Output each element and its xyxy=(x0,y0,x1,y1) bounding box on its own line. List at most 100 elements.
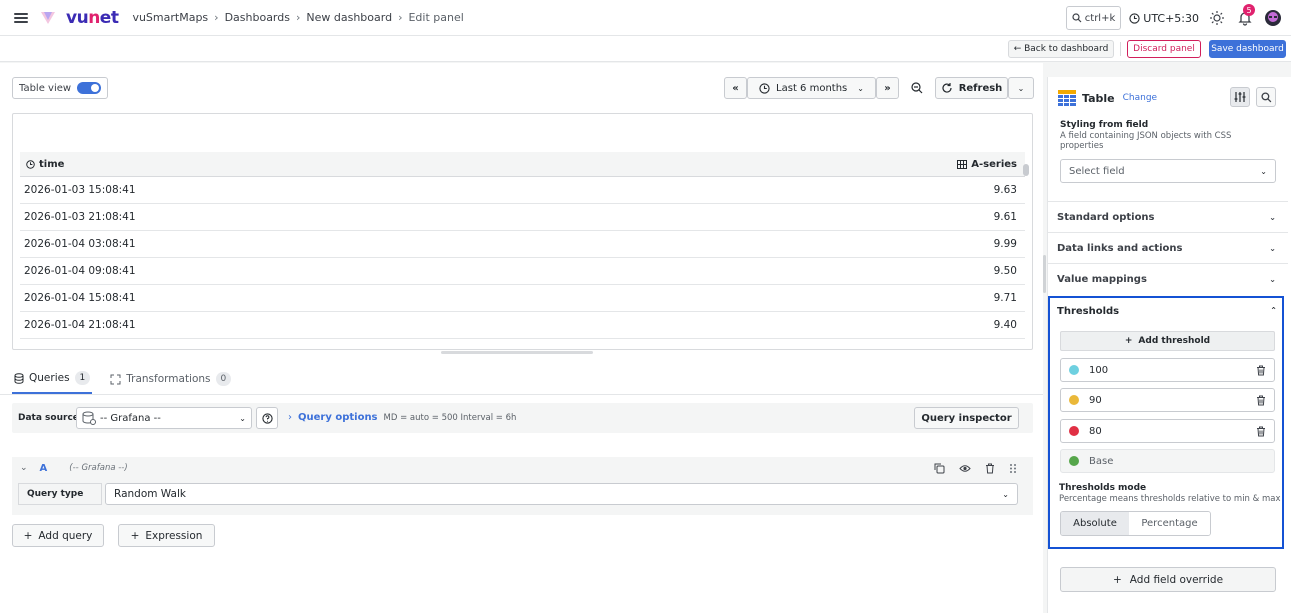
mode-percentage-option[interactable]: Percentage xyxy=(1129,512,1210,535)
tab-label: Transformations xyxy=(126,373,211,385)
add-expression-button[interactable]: + Expression xyxy=(118,524,215,547)
breadcrumb-current: Edit panel xyxy=(408,11,464,24)
discard-panel-button[interactable]: Discard panel xyxy=(1127,40,1201,58)
chevron-down-icon: ⌄ xyxy=(1002,489,1009,499)
duplicate-icon[interactable] xyxy=(934,463,945,474)
column-header-time[interactable]: time xyxy=(26,159,64,170)
time-range-picker[interactable]: Last 6 months ⌄ xyxy=(747,77,876,99)
trash-icon[interactable] xyxy=(985,463,995,474)
trash-icon[interactable] xyxy=(1256,395,1266,406)
column-header-label: time xyxy=(39,158,65,170)
table-header: time A-series xyxy=(20,152,1025,177)
add-query-label: Add query xyxy=(38,529,93,542)
time-shift-back-button[interactable]: « xyxy=(724,77,747,99)
table-view-toggle[interactable]: Table view xyxy=(12,77,109,99)
query-options-label: Query options xyxy=(298,412,378,423)
change-visualization-link[interactable]: Change xyxy=(1123,93,1157,103)
threshold-color-swatch[interactable] xyxy=(1069,426,1079,436)
table-scrollbar[interactable] xyxy=(1023,152,1029,342)
thresholds-header[interactable]: Thresholds ⌃ xyxy=(1057,306,1277,317)
breadcrumb-item[interactable]: vuSmartMaps xyxy=(132,11,208,24)
query-inspector-button[interactable]: Query inspector xyxy=(914,407,1019,429)
column-header-series[interactable]: A-series xyxy=(957,159,1017,170)
cell-value: 9.61 xyxy=(993,211,1017,223)
options-filter-button[interactable] xyxy=(1230,87,1250,107)
query-editor-area: Data source -- Grafana -- ⌄ › Query opti… xyxy=(0,394,1043,613)
scrollbar-thumb[interactable] xyxy=(1023,164,1029,176)
cell-time: 2026-01-04 09:08:41 xyxy=(24,265,136,277)
breadcrumb-item[interactable]: New dashboard xyxy=(306,11,392,24)
section-label: Data links and actions xyxy=(1057,242,1183,254)
add-query-button[interactable]: + Add query xyxy=(12,524,104,547)
cell-value: 9.63 xyxy=(993,184,1017,196)
datasource-picker[interactable]: -- Grafana -- ⌄ xyxy=(76,407,252,429)
menu-icon[interactable] xyxy=(14,12,28,23)
timezone-label: UTC+5:30 xyxy=(1143,11,1199,25)
zoom-out-icon xyxy=(910,82,922,94)
add-threshold-button[interactable]: + Add threshold xyxy=(1060,331,1275,351)
time-shift-forward-button[interactable]: » xyxy=(876,77,899,99)
threshold-row[interactable]: 90 xyxy=(1060,388,1275,412)
visualization-name: Table xyxy=(1082,91,1115,105)
threshold-color-swatch[interactable] xyxy=(1069,395,1079,405)
collapse-chevron-icon[interactable]: ⌄ xyxy=(20,463,28,473)
cell-value: 9.50 xyxy=(993,265,1017,277)
zoom-out-button[interactable] xyxy=(903,77,930,99)
table-view-label: Table view xyxy=(19,82,72,94)
trash-icon[interactable] xyxy=(1256,365,1266,376)
trash-icon[interactable] xyxy=(1256,426,1266,437)
add-field-override-button[interactable]: + Add field override xyxy=(1060,567,1276,592)
threshold-row[interactable]: 80 xyxy=(1060,419,1275,443)
chevron-down-icon: ⌄ xyxy=(1017,83,1025,93)
theme-toggle-button[interactable] xyxy=(1207,8,1227,28)
search-shortcut: ctrl+k xyxy=(1084,12,1116,24)
double-chevron-right-icon: » xyxy=(884,82,891,94)
query-type-select[interactable]: Random Walk ⌄ xyxy=(105,483,1018,505)
cell-value: 9.40 xyxy=(993,319,1017,331)
table-panel-preview: time A-series 2026-01-03 15:08:41 9.63 20… xyxy=(12,113,1033,350)
refresh-interval-dropdown[interactable]: ⌄ xyxy=(1008,77,1034,99)
pane-resize-handle[interactable] xyxy=(441,351,593,354)
drag-handle-icon[interactable] xyxy=(1009,463,1017,474)
eye-icon[interactable] xyxy=(959,464,971,473)
query-ref-id[interactable]: A xyxy=(40,463,48,474)
back-to-dashboard-button[interactable]: ← Back to dashboard xyxy=(1008,40,1114,58)
section-data-links[interactable]: Data links and actions ⌄ xyxy=(1048,232,1288,263)
brand-logo[interactable]: vunet xyxy=(66,8,119,28)
threshold-row-base: Base xyxy=(1060,449,1275,473)
thresholds-mode-description: Percentage means thresholds relative to … xyxy=(1059,494,1281,504)
section-standard-options[interactable]: Standard options ⌄ xyxy=(1048,201,1288,232)
thresholds-mode-radio: Absolute Percentage xyxy=(1060,511,1211,536)
refresh-button[interactable]: Refresh xyxy=(935,77,1008,99)
threshold-color-swatch[interactable] xyxy=(1069,365,1079,375)
toggle-switch[interactable] xyxy=(77,82,102,94)
tab-queries[interactable]: Queries 1 xyxy=(12,364,93,394)
styling-field-select[interactable]: Select field ⌄ xyxy=(1060,159,1276,183)
breadcrumb-item[interactable]: Dashboards xyxy=(225,11,290,24)
threshold-row[interactable]: 100 xyxy=(1060,358,1275,382)
column-header-label: A-series xyxy=(971,158,1017,170)
sidebar-resize-handle[interactable] xyxy=(1043,255,1046,293)
thresholds-mode-title: Thresholds mode xyxy=(1059,483,1147,493)
chevron-right-icon: › xyxy=(288,412,292,423)
table-row: 2026-01-04 15:08:41 9.71 xyxy=(20,285,1025,312)
visualization-picker: Table Change xyxy=(1058,85,1288,111)
threshold-color-swatch[interactable] xyxy=(1069,456,1079,466)
options-search-button[interactable] xyxy=(1256,87,1276,107)
save-dashboard-button[interactable]: Save dashboard xyxy=(1209,40,1286,58)
timezone-display[interactable]: UTC+5:30 xyxy=(1129,12,1199,25)
datasource-help-button[interactable] xyxy=(256,407,278,429)
cell-time: 2026-01-04 21:08:41 xyxy=(24,319,136,331)
query-options-toggle[interactable]: › Query options MD = auto = 500 Interval… xyxy=(288,412,516,423)
breadcrumb-separator: › xyxy=(295,11,301,24)
tab-transformations[interactable]: Transformations 0 xyxy=(108,364,233,394)
section-value-mappings[interactable]: Value mappings ⌄ xyxy=(1048,263,1288,294)
edit-panel-actionbar: ← Back to dashboard Discard panel Save d… xyxy=(0,36,1291,62)
mode-absolute-option[interactable]: Absolute xyxy=(1061,512,1129,535)
breadcrumb-separator: › xyxy=(398,11,403,24)
breadcrumb: vuSmartMaps › Dashboards › New dashboard… xyxy=(132,11,463,24)
add-threshold-label: Add threshold xyxy=(1138,336,1211,346)
user-avatar[interactable] xyxy=(1263,8,1283,28)
search-button[interactable]: ctrl+k xyxy=(1065,6,1122,30)
notifications-button[interactable]: 5 xyxy=(1235,4,1255,28)
